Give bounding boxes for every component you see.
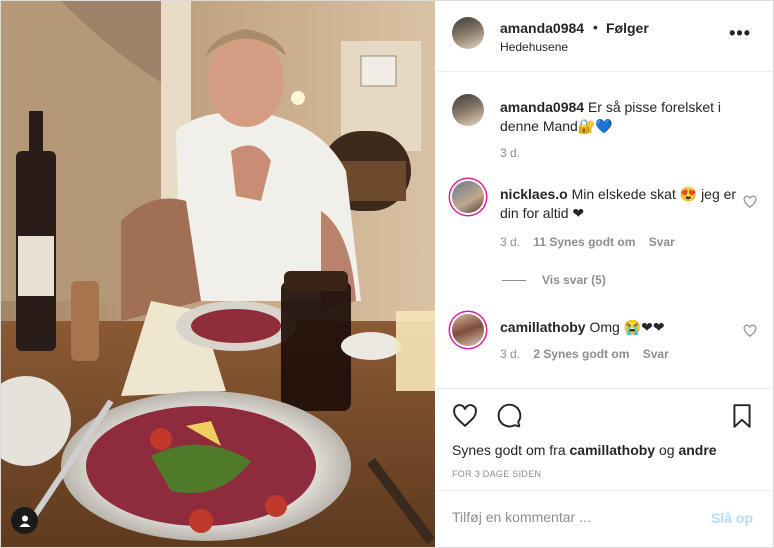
user-tag-icon[interactable] <box>11 507 38 534</box>
likes-summary[interactable]: Synes godt om fra camillathoby og andre <box>452 442 717 458</box>
comment-input[interactable] <box>452 509 692 525</box>
like-comment-heart-icon[interactable] <box>743 195 757 209</box>
view-replies-label[interactable]: Vis svar (5) <box>542 273 606 287</box>
comment-username[interactable]: amanda0984 <box>500 99 584 115</box>
avatar[interactable] <box>452 94 484 126</box>
comment-icon[interactable] <box>496 403 522 429</box>
heart-icon[interactable] <box>452 403 478 429</box>
post-dialog: amanda0984 • Følger Hedehusene ••• amand… <box>0 0 774 548</box>
author-avatar[interactable] <box>452 17 484 49</box>
comment-meta: 3 d. 2 Synes godt om Svar <box>500 347 669 361</box>
comment-username[interactable]: nicklaes.o <box>500 186 568 202</box>
like-comment-heart-icon[interactable] <box>743 324 757 338</box>
likes-prefix: Synes godt om fra <box>452 442 566 458</box>
caption-text: amanda0984 Er så pisse forelsket i denne… <box>500 98 745 136</box>
author-username[interactable]: amanda0984 <box>500 20 584 36</box>
bookmark-icon[interactable] <box>729 403 755 429</box>
reply-button[interactable]: Svar <box>649 235 675 249</box>
post-header: amanda0984 • Følger Hedehusene ••• <box>436 1 773 72</box>
separator-dot: • <box>593 19 598 35</box>
post-comment-button[interactable]: Slå op <box>711 510 753 526</box>
likes-others-link[interactable]: andre <box>678 442 716 458</box>
location-link[interactable]: Hedehusene <box>500 40 568 54</box>
comment-time[interactable]: 3 d. <box>500 347 520 361</box>
follow-status-button[interactable]: Følger <box>606 20 649 36</box>
comment-likes[interactable]: 2 Synes godt om <box>533 347 629 361</box>
comment-time[interactable]: 3 d. <box>500 146 520 160</box>
likes-conjunction: og <box>659 442 675 458</box>
comment-meta: 3 d. 11 Synes godt om Svar <box>500 235 675 249</box>
comment-text: nicklaes.o Min elskede skat 😍 jeg er din… <box>500 185 745 223</box>
more-icon[interactable]: ••• <box>729 23 751 44</box>
restaurant-photo <box>1 1 435 547</box>
comment-meta: 3 d. <box>500 146 520 160</box>
divider-line <box>502 280 526 282</box>
post-photo[interactable] <box>1 1 435 547</box>
likes-user-link[interactable]: camillathoby <box>570 442 656 458</box>
avatar[interactable] <box>452 314 484 346</box>
reply-button[interactable]: Svar <box>643 347 669 361</box>
comment-username[interactable]: camillathoby <box>500 319 586 335</box>
comment-text: camillathoby Omg 😭❤❤ <box>500 318 745 337</box>
comments-list[interactable]: amanda0984 Er så pisse forelsket i denne… <box>436 72 773 387</box>
avatar[interactable] <box>452 181 484 213</box>
post-timestamp[interactable]: FOR 3 DAGE SIDEN <box>452 469 541 479</box>
post-sidebar: amanda0984 • Følger Hedehusene ••• amand… <box>436 1 773 547</box>
view-replies-button[interactable]: Vis svar (5) <box>502 273 606 287</box>
comment-time[interactable]: 3 d. <box>500 235 520 249</box>
add-comment-bar: Slå op <box>436 490 773 547</box>
post-actions: Synes godt om fra camillathoby og andre … <box>436 388 773 490</box>
comment-likes[interactable]: 11 Synes godt om <box>533 235 635 249</box>
comment-body: Omg 😭❤❤ <box>589 319 665 335</box>
